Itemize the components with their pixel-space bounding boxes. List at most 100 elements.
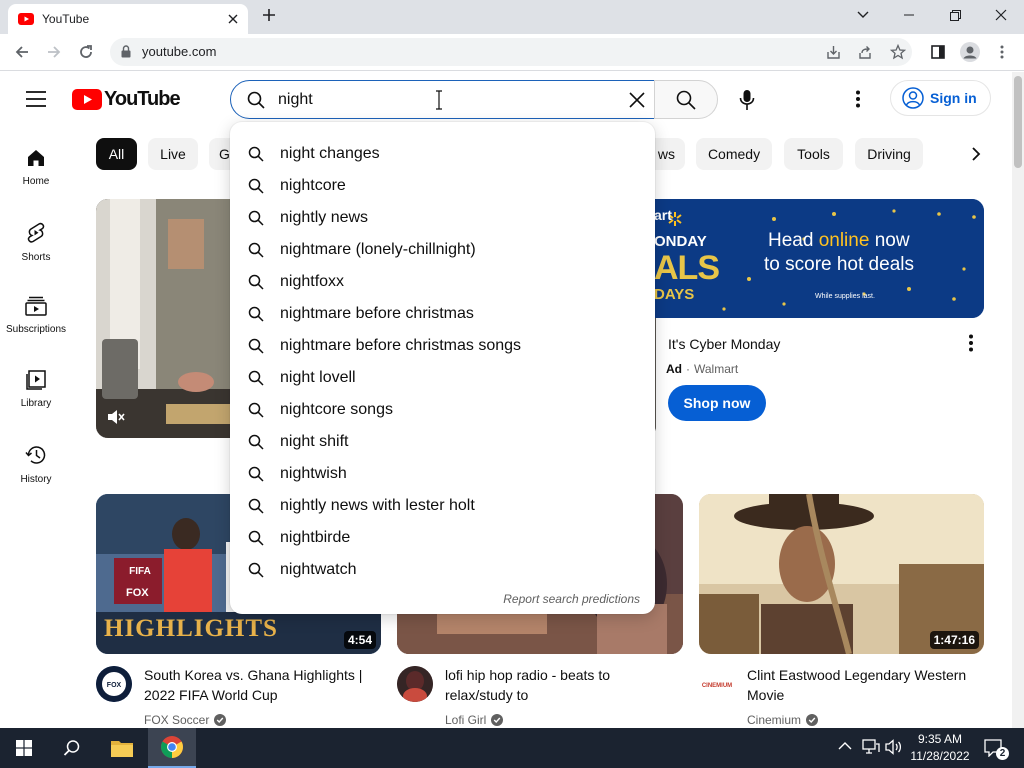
new-tab-icon[interactable] xyxy=(262,8,276,22)
start-button[interactable] xyxy=(0,728,48,768)
channel-avatar[interactable] xyxy=(397,666,433,702)
taskbar-chrome[interactable] xyxy=(148,728,196,768)
browser-tab[interactable]: YouTube xyxy=(8,4,248,34)
channel-name-text: Lofi Girl xyxy=(445,713,487,727)
ad-banner[interactable]: art ONDAY ALS DAYS Head online now to sc… xyxy=(654,199,984,318)
show-hidden-icons-icon[interactable] xyxy=(838,741,852,751)
hamburger-menu-icon[interactable] xyxy=(26,91,46,107)
search-icon xyxy=(247,91,265,109)
back-icon[interactable] xyxy=(8,34,36,70)
ad-title[interactable]: It's Cyber Monday xyxy=(668,336,780,352)
search-suggestion[interactable]: nightwish xyxy=(230,458,655,490)
video-title[interactable]: lofi hip hop radio - beats to relax/stud… xyxy=(445,665,675,705)
install-app-icon[interactable] xyxy=(826,45,841,60)
ad-more-options-icon[interactable] xyxy=(968,334,974,352)
share-icon[interactable] xyxy=(858,45,873,60)
address-bar[interactable]: youtube.com xyxy=(110,38,912,66)
clear-search-icon[interactable] xyxy=(628,91,646,109)
sidebar-item-shorts[interactable]: Shorts xyxy=(0,222,72,296)
taskbar-file-explorer[interactable] xyxy=(98,728,146,768)
channel-name[interactable]: Lofi Girl xyxy=(445,713,504,727)
suggestion-search-icon xyxy=(248,210,264,226)
banner-left-1: art xyxy=(654,207,672,223)
channel-name[interactable]: FOX Soccer xyxy=(144,713,227,727)
taskbar-search-icon xyxy=(63,739,81,757)
chip-tools[interactable]: Tools xyxy=(784,138,843,170)
page-scrollbar[interactable] xyxy=(1012,72,1024,728)
video-title[interactable]: Clint Eastwood Legendary Western Movie xyxy=(747,665,977,705)
chip-comedy[interactable]: Comedy xyxy=(696,138,772,170)
settings-menu-icon[interactable] xyxy=(855,90,861,108)
banner-headline: Head online now xyxy=(768,230,910,251)
suggestion-prefix: night xyxy=(280,273,315,290)
suggestion-text: nightcore songs xyxy=(280,401,393,419)
clock-date: 11/28/2022 xyxy=(910,749,970,763)
chip-live[interactable]: Live xyxy=(148,138,198,170)
close-tab-icon[interactable] xyxy=(228,14,238,24)
scrollbar-thumb[interactable] xyxy=(1014,76,1022,168)
forward-icon[interactable] xyxy=(40,34,68,70)
video-title[interactable]: South Korea vs. Ghana Highlights | 2022 … xyxy=(144,665,374,705)
suggestion-text: nightmare (lonely-chillnight) xyxy=(280,241,476,259)
search-suggestion[interactable]: nightfoxx xyxy=(230,266,655,298)
suggestion-search-icon xyxy=(248,434,264,450)
suggestion-search-icon xyxy=(248,370,264,386)
chip-partial-right[interactable]: ws xyxy=(654,138,685,170)
url-text: youtube.com xyxy=(142,44,217,59)
sign-in-button[interactable]: Sign in xyxy=(890,80,991,116)
channel-avatar[interactable]: CINEMIUM xyxy=(699,666,735,702)
profile-icon[interactable] xyxy=(956,34,984,70)
search-input[interactable]: night xyxy=(230,80,655,119)
search-suggestion[interactable]: nightbirde xyxy=(230,522,655,554)
network-icon[interactable] xyxy=(862,739,880,755)
search-suggestion[interactable]: nightmare before christmas songs xyxy=(230,330,655,362)
search-suggestion[interactable]: nightly news with lester holt xyxy=(230,490,655,522)
report-search-predictions-link[interactable]: Report search predictions xyxy=(503,592,640,606)
suggestion-search-icon xyxy=(248,178,264,194)
banner-left-2: ONDAY xyxy=(654,233,707,250)
sidebar-item-label: Library xyxy=(20,398,52,409)
voice-search-button[interactable] xyxy=(727,80,767,120)
taskbar-search-button[interactable] xyxy=(48,728,96,768)
suggestion-search-icon xyxy=(248,242,264,258)
search-suggestion[interactable]: nightmare (lonely-chillnight) xyxy=(230,234,655,266)
search-button[interactable] xyxy=(654,80,718,119)
search-suggestion[interactable]: nightcore songs xyxy=(230,394,655,426)
chip-driving[interactable]: Driving xyxy=(855,138,923,170)
chip-all[interactable]: All xyxy=(96,138,137,170)
channel-avatar[interactable]: FOX xyxy=(96,666,132,702)
bookmark-star-icon[interactable] xyxy=(890,44,906,60)
shop-now-button[interactable]: Shop now xyxy=(668,385,766,421)
side-panel-icon[interactable] xyxy=(924,34,952,70)
system-clock[interactable]: 9:35 AM 11/28/2022 xyxy=(906,731,974,765)
reload-icon[interactable] xyxy=(72,34,100,70)
sidebar-item-home[interactable]: Home xyxy=(0,148,72,222)
browser-menu-icon[interactable] xyxy=(988,34,1016,70)
search-suggestion[interactable]: night shift xyxy=(230,426,655,458)
channel-name[interactable]: Cinemium xyxy=(747,713,819,727)
search-suggestion[interactable]: night lovell xyxy=(230,362,655,394)
sidebar-item-history[interactable]: History xyxy=(0,444,72,518)
search-suggestion[interactable]: night changes xyxy=(230,138,655,170)
chips-next-arrow-icon[interactable] xyxy=(970,146,982,162)
folder-icon xyxy=(110,738,134,758)
chip-partial-left[interactable]: G xyxy=(209,138,231,170)
youtube-logo[interactable]: YouTube xyxy=(72,88,181,111)
muted-speaker-icon[interactable] xyxy=(106,407,126,427)
search-suggestion[interactable]: nightwatch xyxy=(230,554,655,586)
search-suggestion[interactable]: nightmare before christmas xyxy=(230,298,655,330)
close-window-icon[interactable] xyxy=(978,0,1024,30)
suggestion-text: nightfoxx xyxy=(280,273,344,291)
volume-icon[interactable] xyxy=(885,739,903,755)
minimize-icon[interactable] xyxy=(886,0,932,30)
sidebar-item-library[interactable]: Library xyxy=(0,370,72,444)
sidebar-item-subscriptions[interactable]: Subscriptions xyxy=(0,296,72,370)
suggestion-suffix: mare before christmas songs xyxy=(314,337,522,354)
search-suggestion[interactable]: nightcore xyxy=(230,170,655,202)
suggestion-suffix: core songs xyxy=(314,401,393,418)
windows-taskbar: 9:35 AM 11/28/2022 2 xyxy=(0,728,1024,768)
tab-search-icon[interactable] xyxy=(840,0,886,30)
restore-icon[interactable] xyxy=(932,0,978,30)
search-suggestion[interactable]: nightly news xyxy=(230,202,655,234)
video-thumbnail[interactable]: 1:47:16 xyxy=(699,494,984,654)
